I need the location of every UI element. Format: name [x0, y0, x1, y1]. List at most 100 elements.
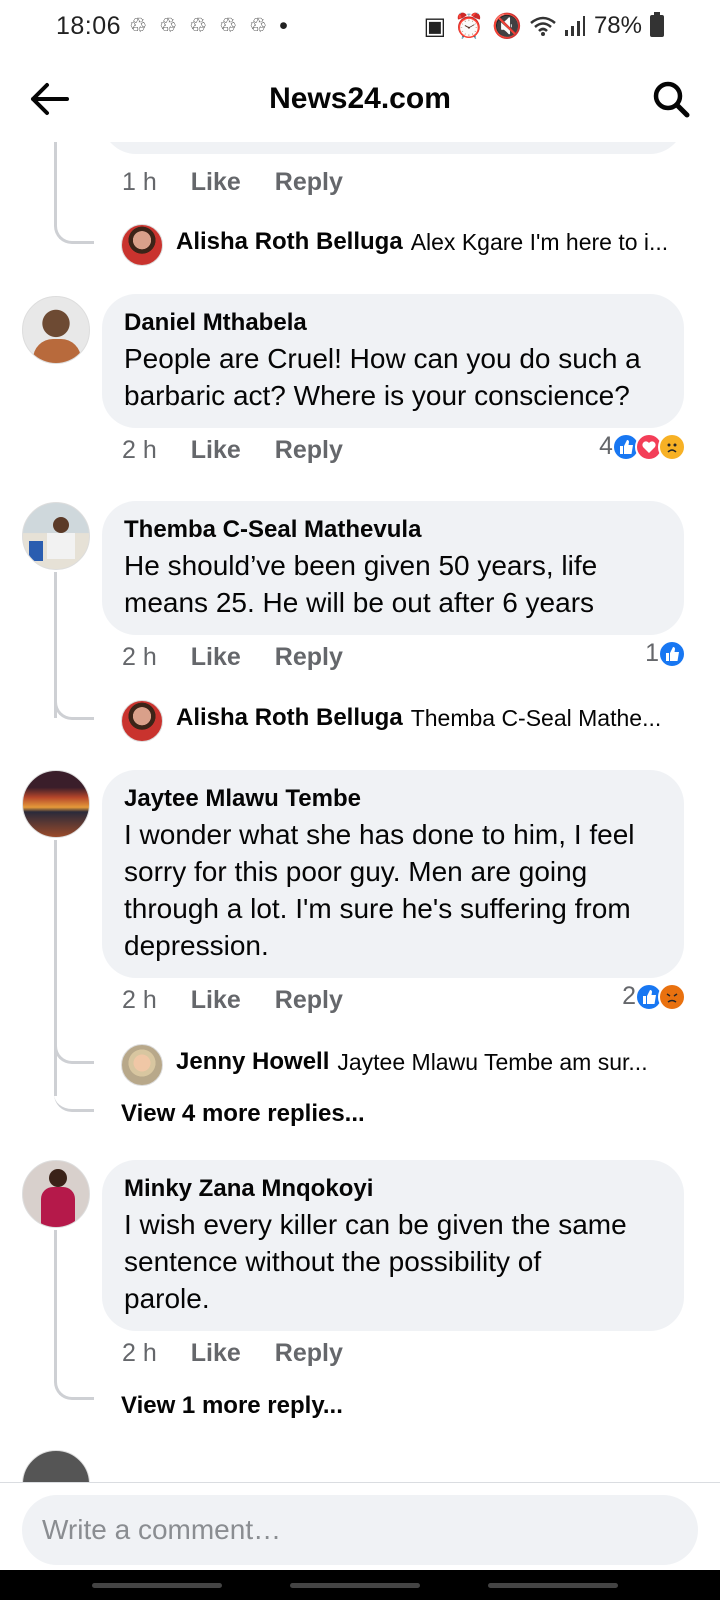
system-navigation-bar	[0, 1570, 720, 1600]
comment-bubble[interactable]: Minky Zana Mnqokoyi I wish every killer …	[102, 1160, 684, 1331]
signal-icon	[564, 16, 585, 36]
comment-author[interactable]: Themba C-Seal Mathevula	[124, 513, 662, 547]
like-button[interactable]: Like	[191, 643, 241, 672]
partial-comment-bubble[interactable]	[102, 142, 684, 154]
reply-preview-row[interactable]: Alisha Roth Belluga Themba C-Seal Mathe.…	[176, 704, 686, 732]
notification-icons: ♲ ♲ ♲ ♲ ♲ •	[129, 12, 288, 41]
reply-button[interactable]: Reply	[275, 1339, 343, 1368]
comment-bubble[interactable]: Daniel Mthabela People are Cruel! How ca…	[102, 294, 684, 428]
reply-button[interactable]: Reply	[275, 436, 343, 465]
search-button[interactable]	[648, 76, 694, 122]
comment-text-line: sorry for this poor guy. Men are going	[124, 856, 588, 887]
avatar[interactable]	[121, 224, 163, 266]
avatar[interactable]	[22, 502, 90, 570]
status-right: ▣ ⏰ 🔇 78%	[423, 12, 664, 41]
lock-icon: ▣	[423, 12, 447, 40]
comment-actions: 2 h Like Reply	[122, 643, 343, 672]
reply-button[interactable]: Reply	[275, 986, 343, 1015]
thread-curve	[54, 1080, 94, 1112]
app-bar: News24.com	[0, 56, 720, 142]
angry-reaction-icon	[658, 982, 686, 1011]
messenger-notification-icon: ♲	[219, 15, 237, 37]
comment-text-line: depression.	[124, 930, 269, 961]
reply-preview-row[interactable]: Jenny Howell Jaytee Mlawu Tembe am sur..…	[176, 1048, 686, 1076]
reply-author: Alisha Roth Belluga	[176, 704, 403, 731]
view-more-replies[interactable]: View 1 more reply...	[121, 1392, 343, 1420]
like-button[interactable]: Like	[191, 436, 241, 465]
reply-author: Alisha Roth Belluga	[176, 228, 403, 255]
page-title: News24.com	[269, 82, 451, 115]
comment-actions: 2 h Like Reply	[122, 1339, 343, 1368]
comment-time: 1 h	[122, 168, 157, 196]
messenger-notification-icon: ♲	[129, 15, 147, 37]
messenger-notification-icon: ♲	[189, 15, 207, 37]
comment-author[interactable]: Minky Zana Mnqokoyi	[124, 1172, 662, 1206]
thread-line	[54, 1230, 57, 1380]
reaction-count: 4	[599, 432, 613, 460]
status-bar: 18:06 ♲ ♲ ♲ ♲ ♲ • ▣ ⏰ 🔇 78%	[0, 0, 720, 52]
home-handle[interactable]	[290, 1583, 420, 1588]
battery-icon	[650, 12, 664, 37]
reaction-summary[interactable]: 1	[645, 639, 686, 668]
reaction-count: 2	[622, 982, 636, 1010]
comments-list: 1 h Like Reply Alisha Roth Belluga Alex …	[0, 142, 720, 1482]
thread-line	[54, 142, 57, 222]
reply-preview-text: Themba C-Seal Mathe...	[410, 704, 662, 731]
like-button[interactable]: Like	[191, 1339, 241, 1368]
more-notifications-dot: •	[279, 11, 288, 40]
view-more-replies[interactable]: View 4 more replies...	[121, 1100, 365, 1128]
comment-text-line: through a lot. I'm sure he's suffering f…	[124, 893, 631, 924]
comment-text-line: means 25. He will be out after 6 years	[124, 587, 595, 618]
comment-author[interactable]: Jaytee Mlawu Tembe	[124, 782, 662, 816]
avatar[interactable]	[22, 1160, 90, 1228]
thread-curve	[54, 1032, 94, 1064]
back-button[interactable]	[26, 76, 72, 122]
avatar[interactable]	[121, 1044, 163, 1086]
avatar[interactable]	[121, 700, 163, 742]
reaction-summary[interactable]: 4	[599, 432, 686, 461]
recent-apps-handle[interactable]	[92, 1583, 222, 1588]
reaction-count: 1	[645, 639, 659, 667]
reply-preview-text: Jaytee Mlawu Tembe am sur...	[337, 1048, 648, 1075]
comment-time: 2 h	[122, 1339, 157, 1367]
back-handle[interactable]	[488, 1583, 618, 1588]
comment-bubble[interactable]: Themba C-Seal Mathevula He should’ve bee…	[102, 501, 684, 635]
comment-text-line: I wish every killer can be given the sam…	[124, 1209, 627, 1240]
avatar[interactable]	[22, 1450, 90, 1482]
comment-text-line: He should’ve been given 50 years, life	[124, 550, 598, 581]
search-icon	[653, 81, 690, 118]
comment-author[interactable]: Daniel Mthabela	[124, 306, 662, 340]
like-button[interactable]: Like	[191, 986, 241, 1015]
thread-line	[54, 840, 57, 1096]
reply-preview-row[interactable]: Alisha Roth Belluga Alex Kgare I'm here …	[176, 228, 686, 256]
battery-percent: 78%	[593, 12, 642, 39]
thread-curve	[54, 1368, 94, 1400]
wifi-icon	[530, 16, 556, 36]
mute-icon: 🔇	[492, 12, 522, 40]
avatar[interactable]	[22, 296, 90, 364]
comment-time: 2 h	[122, 436, 157, 464]
comment-actions: 2 h Like Reply	[122, 986, 343, 1015]
reply-button[interactable]: Reply	[275, 643, 343, 672]
comment-input[interactable]	[22, 1495, 698, 1565]
status-time: 18:06	[56, 11, 122, 40]
like-button[interactable]: Like	[191, 168, 241, 197]
reply-button[interactable]: Reply	[275, 168, 343, 197]
comment-time: 2 h	[122, 986, 157, 1014]
reply-author: Jenny Howell	[176, 1048, 330, 1075]
comment-text-line: sentence without the possibility of	[124, 1246, 542, 1277]
reaction-summary[interactable]: 2	[622, 982, 686, 1011]
comment-text-line: parole.	[124, 1283, 210, 1314]
comment-time: 2 h	[122, 643, 157, 671]
comment-bubble[interactable]: Jaytee Mlawu Tembe I wonder what she has…	[102, 770, 684, 978]
comment-actions: 2 h Like Reply	[122, 436, 343, 465]
sad-reaction-icon	[658, 432, 686, 461]
comment-text-line: barbaric act? Where is your conscience?	[124, 380, 630, 411]
like-reaction-icon	[658, 639, 686, 668]
comment-text-line: People are Cruel! How can you do such a	[124, 343, 641, 374]
avatar[interactable]	[22, 770, 90, 838]
thread-curve	[54, 688, 94, 720]
thread-curve	[54, 212, 94, 244]
comment-actions: 1 h Like Reply	[122, 168, 343, 197]
alarm-icon: ⏰	[454, 12, 485, 40]
